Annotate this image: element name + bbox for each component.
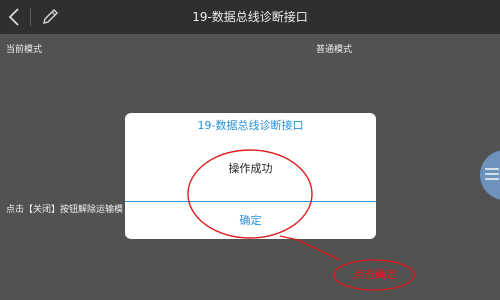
dialog-message: 操作成功 bbox=[228, 162, 273, 175]
dialog-title: 19-数据总线诊断接口 bbox=[197, 119, 304, 132]
ok-button[interactable]: 确定 bbox=[125, 202, 376, 239]
current-mode-label: 当前模式 bbox=[6, 45, 43, 55]
hint-text: 点击【关闭】按钮解除运输模 bbox=[6, 205, 124, 215]
annotation-label: 点击确定 bbox=[353, 268, 397, 281]
normal-mode-label: 普通模式 bbox=[316, 45, 353, 55]
page-title: 19-数据总线诊断接口 bbox=[192, 10, 308, 24]
menu-icon bbox=[485, 168, 499, 180]
result-dialog: 19-数据总线诊断接口 操作成功 确定 bbox=[125, 113, 376, 239]
top-bar: 19-数据总线诊断接口 bbox=[0, 0, 500, 34]
